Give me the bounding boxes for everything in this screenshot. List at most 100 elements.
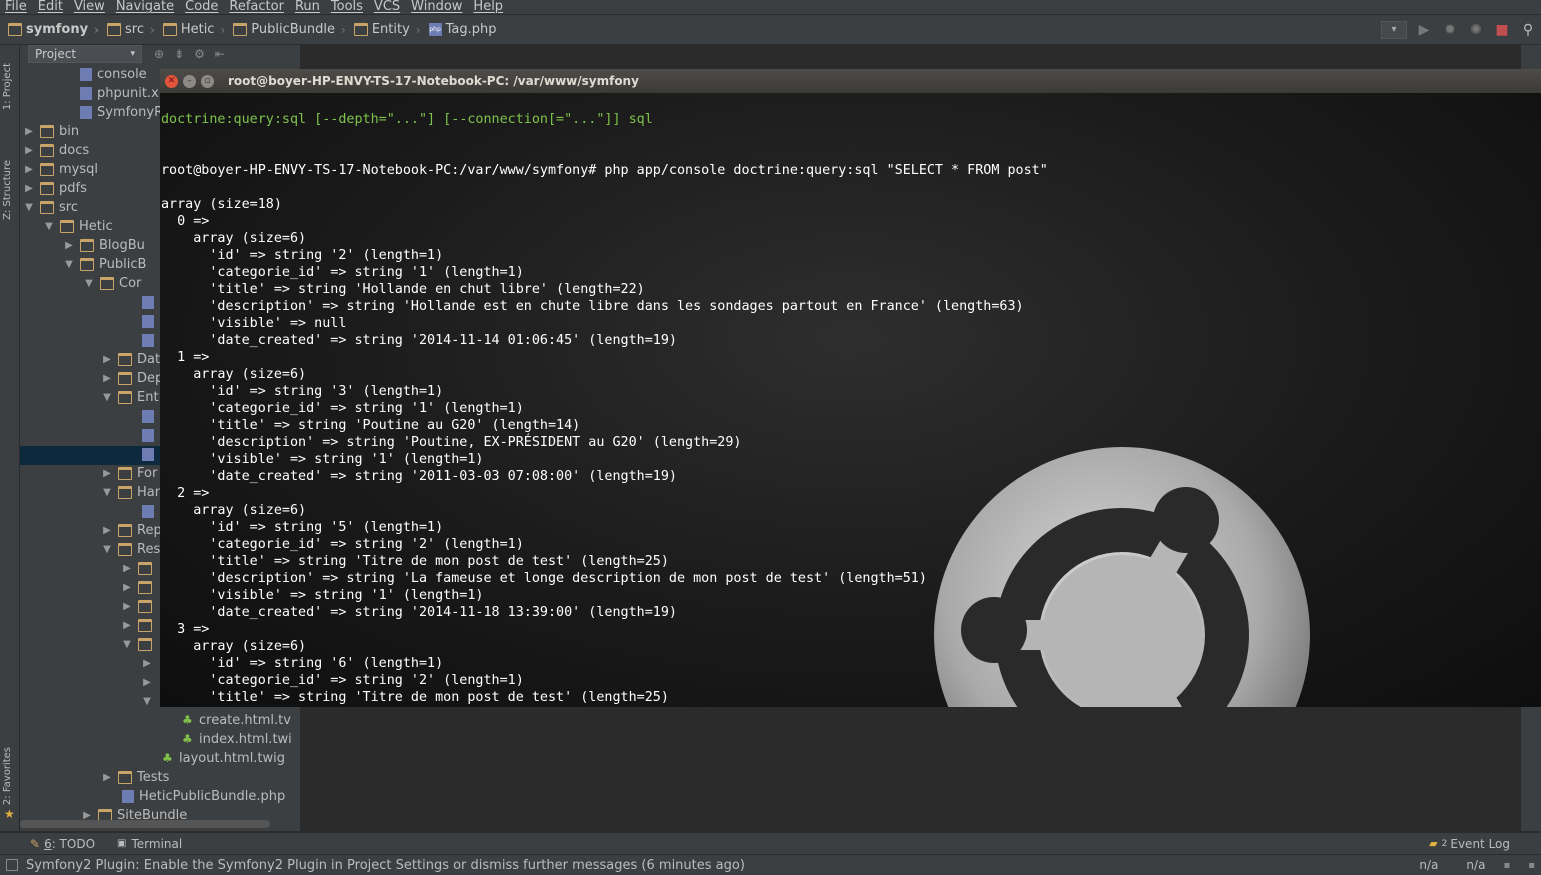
tree-row[interactable]: ▶ <box>142 673 158 692</box>
collapse-arrow-icon[interactable]: ▼ <box>84 278 94 289</box>
menu-item-edit[interactable]: Edit <box>33 0 69 14</box>
tree-row[interactable]: HeticPublicBundle.php <box>106 787 285 806</box>
minimize-icon[interactable]: – <box>183 74 196 88</box>
collapse-arrow-icon[interactable]: ▼ <box>102 487 112 498</box>
tree-row[interactable]: ▶ mysql <box>24 160 98 179</box>
tree-row[interactable]: ▶ <box>122 616 157 635</box>
expand-arrow-icon[interactable]: ▶ <box>102 525 112 536</box>
maximize-icon[interactable]: ▫ <box>201 74 214 88</box>
favorites-tool-tab[interactable]: 2: Favorites <box>2 747 13 805</box>
collapse-all-icon[interactable]: ⇟ <box>174 47 184 61</box>
expand-arrow-icon[interactable]: ▶ <box>122 582 132 593</box>
todo-tool-tab[interactable]: ✎ 6 : TODO <box>30 837 95 851</box>
tool-windows-toggle-icon[interactable] <box>6 859 18 871</box>
expand-arrow-icon[interactable]: ▶ <box>142 658 152 669</box>
menu-item-view[interactable]: View <box>69 0 111 14</box>
status-message[interactable]: Symfony2 Plugin: Enable the Symfony2 Plu… <box>26 858 745 873</box>
tree-row[interactable]: SymfonyR <box>64 103 163 122</box>
tree-row[interactable]: ▶ <box>122 597 157 616</box>
terminal-output[interactable]: doctrine:query:sql [--depth="..."] [--co… <box>160 93 1541 707</box>
tree-row[interactable] <box>126 293 159 312</box>
expand-arrow-icon[interactable]: ▶ <box>64 240 74 251</box>
tree-row[interactable]: ▼ Hetic <box>44 217 113 236</box>
tree-row[interactable]: ▼ Ent <box>102 388 158 407</box>
menu-item-file[interactable]: File <box>0 0 33 14</box>
tree-row[interactable]: ▶ Dep <box>102 369 163 388</box>
tree-row[interactable]: ♣ create.html.tv <box>166 711 291 730</box>
gear-icon[interactable]: ⚙ <box>194 47 205 61</box>
breadcrumb-item[interactable]: php Tag.php <box>421 22 496 37</box>
tree-row[interactable]: ▶ pdfs <box>24 179 87 198</box>
collapse-arrow-icon[interactable]: ▼ <box>142 696 152 707</box>
collapse-arrow-icon[interactable]: ▼ <box>64 259 74 270</box>
tree-row[interactable]: ▼ <box>122 635 157 654</box>
tree-row[interactable]: ▶ Dat <box>102 350 160 369</box>
expand-arrow-icon[interactable]: ▶ <box>142 677 152 688</box>
tree-row[interactable]: ▼ <box>142 692 158 711</box>
menu-item-window[interactable]: Window <box>406 0 468 14</box>
tree-row[interactable]: ▶ docs <box>24 141 89 160</box>
tree-row[interactable]: ▼ Cor <box>84 274 141 293</box>
tree-row[interactable]: ▶ <box>142 654 158 673</box>
menu-item-refactor[interactable]: Refactor <box>224 0 290 14</box>
tree-row[interactable] <box>126 331 159 350</box>
tree-row[interactable]: ▶ <box>122 578 157 597</box>
scroll-from-source-icon[interactable]: ⊕ <box>154 47 164 61</box>
expand-arrow-icon[interactable]: ▶ <box>102 772 112 783</box>
event-log-tool-tab[interactable]: ▰ 2 Event Log <box>1429 837 1510 851</box>
menu-item-tools[interactable]: Tools <box>326 0 369 14</box>
search-everywhere-icon[interactable]: ⚲ <box>1519 21 1537 39</box>
tree-row[interactable]: ▶ bin <box>24 122 79 141</box>
expand-arrow-icon[interactable]: ▶ <box>24 164 34 175</box>
collapse-arrow-icon[interactable]: ▼ <box>122 639 132 650</box>
tree-row[interactable]: ▼ PublicB <box>64 255 146 274</box>
tree-row[interactable]: ♣ layout.html.twig <box>146 749 285 768</box>
project-view-selector[interactable]: Project ▾ <box>28 45 142 63</box>
tree-row[interactable]: ▼ Res <box>102 540 160 559</box>
expand-arrow-icon[interactable]: ▶ <box>102 354 112 365</box>
terminal-tool-tab[interactable]: ▣ Terminal <box>117 837 182 851</box>
horizontal-scrollbar[interactable] <box>20 820 270 828</box>
collapse-arrow-icon[interactable]: ▼ <box>44 221 54 232</box>
tree-row[interactable]: ▶ For <box>102 464 157 483</box>
tree-row[interactable]: console <box>64 65 147 84</box>
breadcrumb-item[interactable]: PublicBundle › <box>225 22 346 37</box>
tree-row[interactable]: ♣ index.html.twi <box>166 730 292 749</box>
tree-row[interactable] <box>126 426 159 445</box>
tree-row[interactable] <box>126 502 159 521</box>
stop-icon[interactable]: ■ <box>1493 21 1511 39</box>
coverage-icon[interactable]: ✺ <box>1467 21 1485 39</box>
run-config-dropdown[interactable]: ▾ <box>1381 20 1407 39</box>
run-icon[interactable]: ▶ <box>1415 21 1433 39</box>
lock-icon[interactable]: ▪ <box>1503 860 1510 871</box>
expand-arrow-icon[interactable]: ▶ <box>102 468 112 479</box>
menu-item-vcs[interactable]: VCS <box>369 0 406 14</box>
structure-tool-tab[interactable]: Z: Structure <box>2 160 13 220</box>
menu-item-navigate[interactable]: Navigate <box>111 0 180 14</box>
debug-icon[interactable]: ✹ <box>1441 21 1459 39</box>
tree-row[interactable]: ▶ BlogBu <box>64 236 145 255</box>
project-tool-tab[interactable]: 1: Project <box>2 63 13 110</box>
menu-item-help[interactable]: Help <box>468 0 509 14</box>
expand-arrow-icon[interactable]: ▶ <box>122 563 132 574</box>
breadcrumb-item[interactable]: Hetic › <box>155 22 225 37</box>
collapse-arrow-icon[interactable]: ▼ <box>102 392 112 403</box>
tree-row[interactable]: ▼ src <box>24 198 78 217</box>
tree-row[interactable] <box>126 312 159 331</box>
collapse-arrow-icon[interactable]: ▼ <box>24 202 34 213</box>
tree-row[interactable]: ▼ Han <box>102 483 163 502</box>
tree-row[interactable] <box>126 445 159 464</box>
expand-arrow-icon[interactable]: ▶ <box>24 145 34 156</box>
tree-row[interactable]: ▶ Tests <box>102 768 169 787</box>
menu-item-code[interactable]: Code <box>180 0 224 14</box>
tree-row[interactable] <box>126 407 159 426</box>
close-icon[interactable]: ✕ <box>165 74 178 88</box>
expand-arrow-icon[interactable]: ▶ <box>24 183 34 194</box>
breadcrumb-item[interactable]: Entity › <box>346 22 421 37</box>
expand-arrow-icon[interactable]: ▶ <box>102 373 112 384</box>
hide-panel-icon[interactable]: ⇤ <box>215 47 225 61</box>
expand-arrow-icon[interactable]: ▶ <box>122 601 132 612</box>
menu-item-run[interactable]: Run <box>290 0 326 14</box>
breadcrumb-item[interactable]: src › <box>99 22 155 37</box>
tree-row[interactable]: ▶ Rep <box>102 521 162 540</box>
